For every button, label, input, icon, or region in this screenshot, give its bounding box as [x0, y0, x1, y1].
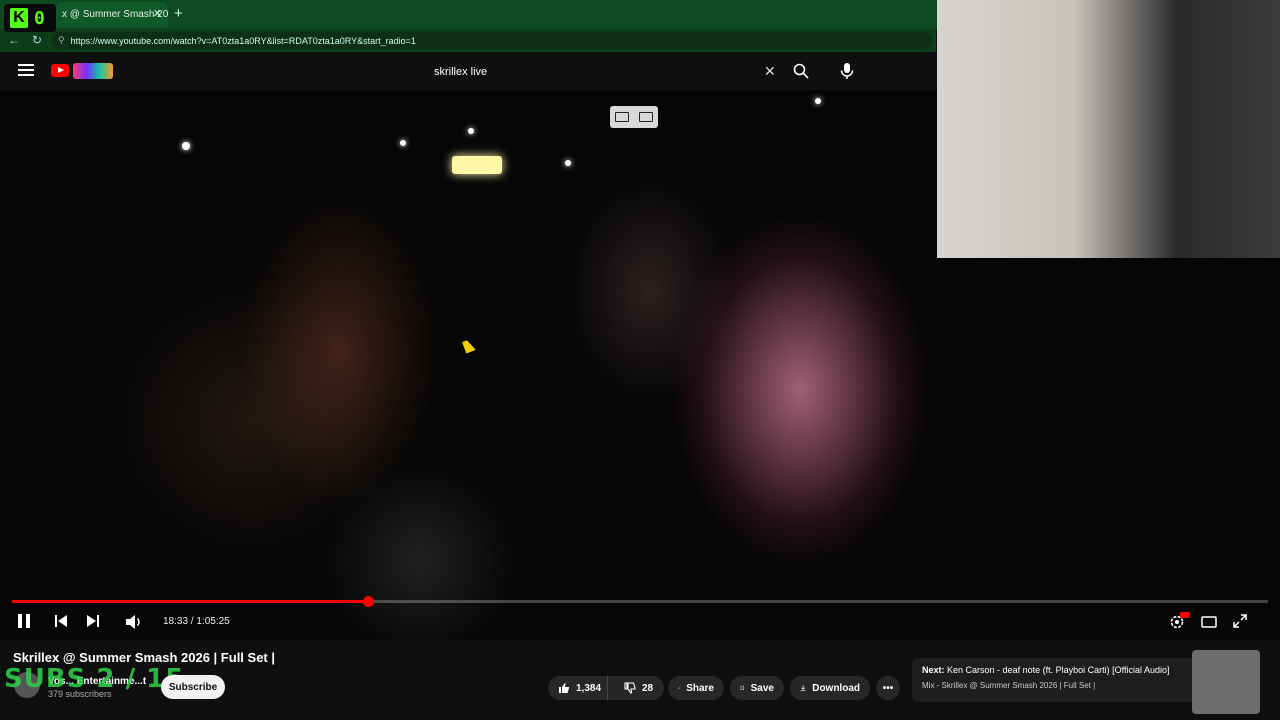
kick-counter: 0 [34, 7, 45, 29]
like-count: 1,384 [576, 682, 602, 694]
previous-icon[interactable] [54, 614, 68, 628]
share-button[interactable]: Share [668, 676, 724, 700]
subs-goal-overlay: SUBS 2 / 15 [4, 664, 185, 694]
download-button[interactable]: Download [790, 676, 870, 700]
picture-in-picture-controls[interactable] [610, 106, 658, 128]
pause-icon[interactable] [18, 614, 30, 628]
share-label: Share [686, 682, 714, 694]
stage-light [815, 98, 821, 104]
browser-tab[interactable]: x @ Summer Smash 20 ✕ [56, 2, 168, 27]
fullscreen-icon[interactable] [1233, 614, 1247, 628]
search-input[interactable] [424, 60, 754, 84]
save-button[interactable]: Save [730, 676, 784, 700]
miniplayer-icon[interactable] [639, 112, 653, 122]
thumbs-down-icon [624, 682, 636, 694]
dislike-button[interactable]: 28 [614, 682, 653, 694]
progress-played [12, 600, 369, 603]
subscribe-button[interactable]: Subscribe [161, 675, 225, 699]
webcam-overlay [937, 0, 1280, 258]
more-actions-button[interactable]: ••• [876, 676, 900, 700]
like-dislike-group: 1,384 28 [548, 676, 664, 700]
address-bar: ← ↻ ⚲ https://www.youtube.com/watch?v=AT… [0, 29, 936, 52]
like-button[interactable]: 1,384 [548, 676, 608, 700]
phone-screen-glow [452, 156, 502, 174]
stage-light [468, 128, 474, 134]
search-icon[interactable] [793, 63, 809, 79]
more-icon: ••• [882, 682, 894, 694]
new-tab-icon[interactable]: + [174, 5, 183, 22]
stage-light [182, 142, 190, 150]
site-info-icon[interactable]: ⚲ [58, 35, 65, 46]
download-label: Download [812, 682, 860, 694]
theater-mode-icon[interactable] [1201, 616, 1217, 628]
search-bar: ✕ [424, 58, 786, 86]
download-icon [800, 685, 806, 691]
url-text: https://www.youtube.com/watch?v=AT0zta1a… [70, 35, 416, 46]
url-field[interactable]: ⚲ https://www.youtube.com/watch?v=AT0zta… [52, 32, 932, 49]
youtube-logo-icon[interactable] [51, 64, 69, 77]
menu-icon[interactable] [18, 64, 34, 76]
next-icon[interactable] [86, 614, 100, 628]
screen: K 0 x @ Summer Smash 20 ✕ + ← ↻ ⚲ https:… [0, 0, 1280, 720]
volume-icon[interactable] [125, 614, 143, 630]
kick-widget: K 0 [4, 4, 56, 32]
hd-badge-icon [1180, 612, 1190, 618]
next-up-thumbnail[interactable] [1192, 650, 1260, 714]
video-title: Skrillex @ Summer Smash 2026 | Full Set … [13, 650, 276, 665]
youtube-doodle-icon[interactable] [73, 63, 113, 79]
next-up-title: Ken Carson - deaf note (ft. Playboi Cart… [947, 665, 1170, 675]
kick-logo-icon: K [10, 8, 28, 28]
back-icon[interactable]: ← [4, 33, 24, 47]
clear-search-icon[interactable]: ✕ [764, 63, 776, 80]
progress-scrubber[interactable] [363, 596, 375, 607]
stage-light [400, 140, 406, 146]
bookmark-icon [740, 685, 744, 691]
thumbs-up-icon [559, 683, 569, 693]
dislike-count: 28 [642, 682, 654, 694]
microphone-icon[interactable] [839, 62, 855, 80]
share-icon [678, 686, 681, 689]
reload-icon[interactable]: ↻ [27, 33, 47, 47]
save-label: Save [750, 682, 774, 694]
tab-close-icon[interactable]: ✕ [153, 7, 162, 20]
player-controls: 18:33 / 1:05:25 [0, 610, 1280, 634]
time-display: 18:33 / 1:05:25 [163, 616, 230, 627]
pip-icon[interactable] [615, 112, 629, 122]
progress-bar[interactable] [12, 596, 1268, 607]
next-up-prefix: Next: [922, 665, 945, 675]
stage-light [565, 160, 571, 166]
